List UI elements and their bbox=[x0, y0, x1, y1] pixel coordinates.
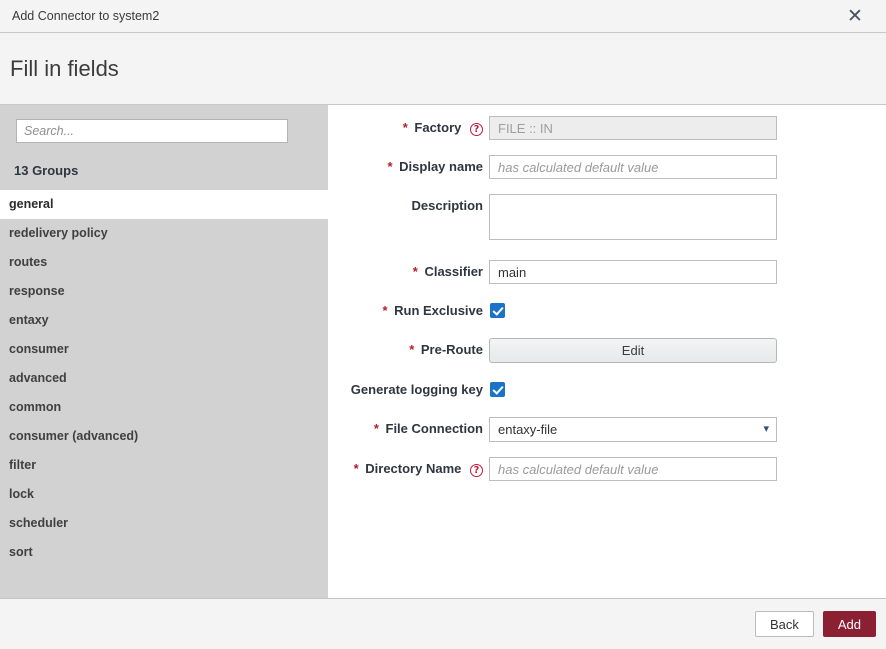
fields-form: * Factory ? * Display name bbox=[328, 105, 886, 598]
pre-route-edit-button[interactable]: Edit bbox=[489, 338, 777, 363]
control-file-connection: entaxy-file ▾ bbox=[489, 417, 777, 442]
page-title: Fill in fields bbox=[10, 56, 119, 82]
dialog-body: 13 Groups general redelivery policy rout… bbox=[0, 105, 886, 599]
field-row-display-name: * Display name bbox=[328, 155, 886, 179]
field-row-generate-logging-key: Generate logging key bbox=[328, 378, 886, 402]
generate-logging-key-checkbox[interactable] bbox=[490, 382, 505, 397]
label-text: File Connection bbox=[386, 421, 484, 436]
required-marker: * bbox=[374, 421, 379, 436]
label-directory-name: * Directory Name ? bbox=[328, 457, 489, 477]
control-generate-logging-key bbox=[489, 378, 777, 402]
field-row-description: Description bbox=[328, 194, 886, 245]
wizard-header: Fill in fields bbox=[0, 33, 886, 105]
field-row-run-exclusive: * Run Exclusive bbox=[328, 299, 886, 323]
field-row-file-connection: * File Connection entaxy-file ▾ bbox=[328, 417, 886, 442]
description-textarea[interactable] bbox=[489, 194, 777, 240]
dialog-titlebar: Add Connector to system2 ✕ bbox=[0, 0, 886, 33]
field-row-directory-name: * Directory Name ? bbox=[328, 457, 886, 481]
control-description bbox=[489, 194, 777, 245]
file-connection-select[interactable]: entaxy-file bbox=[489, 417, 777, 442]
add-connector-dialog: Add Connector to system2 ✕ Fill in field… bbox=[0, 0, 886, 649]
sidebar-item-routes[interactable]: routes bbox=[0, 248, 328, 277]
search-container bbox=[0, 105, 328, 143]
directory-name-input[interactable] bbox=[489, 457, 777, 481]
groups-count-label: 13 Groups bbox=[0, 143, 328, 190]
search-input[interactable] bbox=[16, 119, 288, 143]
label-generate-logging-key: Generate logging key bbox=[328, 378, 489, 397]
control-display-name bbox=[489, 155, 777, 179]
label-text: Factory bbox=[414, 120, 461, 135]
label-text: Description bbox=[411, 198, 483, 213]
field-row-pre-route: * Pre-Route Edit bbox=[328, 338, 886, 363]
required-marker: * bbox=[387, 159, 392, 174]
dialog-title: Add Connector to system2 bbox=[12, 9, 842, 23]
label-text: Display name bbox=[399, 159, 483, 174]
close-icon[interactable]: ✕ bbox=[842, 3, 868, 29]
sidebar-item-sort[interactable]: sort bbox=[0, 538, 328, 567]
label-display-name: * Display name bbox=[328, 155, 489, 174]
sidebar-item-advanced[interactable]: advanced bbox=[0, 364, 328, 393]
label-text: Pre-Route bbox=[421, 342, 483, 357]
sidebar-item-redelivery-policy[interactable]: redelivery policy bbox=[0, 219, 328, 248]
sidebar-item-scheduler[interactable]: scheduler bbox=[0, 509, 328, 538]
label-run-exclusive: * Run Exclusive bbox=[328, 299, 489, 318]
classifier-input[interactable] bbox=[489, 260, 777, 284]
run-exclusive-checkbox[interactable] bbox=[490, 303, 505, 318]
label-text: Run Exclusive bbox=[394, 303, 483, 318]
sidebar-item-entaxy[interactable]: entaxy bbox=[0, 306, 328, 335]
control-pre-route: Edit bbox=[489, 338, 777, 363]
sidebar-item-common[interactable]: common bbox=[0, 393, 328, 422]
label-text: Directory Name bbox=[365, 461, 461, 476]
factory-input bbox=[489, 116, 777, 140]
control-classifier bbox=[489, 260, 777, 284]
add-button[interactable]: Add bbox=[823, 611, 876, 637]
dialog-footer: Back Add bbox=[0, 599, 886, 649]
label-text: Classifier bbox=[424, 264, 483, 279]
required-marker: * bbox=[409, 342, 414, 357]
field-row-classifier: * Classifier bbox=[328, 260, 886, 284]
back-button[interactable]: Back bbox=[755, 611, 814, 637]
required-marker: * bbox=[382, 303, 387, 318]
control-factory bbox=[489, 116, 777, 140]
required-marker: * bbox=[413, 264, 418, 279]
field-row-factory: * Factory ? bbox=[328, 116, 886, 140]
display-name-input[interactable] bbox=[489, 155, 777, 179]
label-factory: * Factory ? bbox=[328, 116, 489, 136]
label-text: Generate logging key bbox=[351, 382, 483, 397]
sidebar-item-consumer[interactable]: consumer bbox=[0, 335, 328, 364]
label-classifier: * Classifier bbox=[328, 260, 489, 279]
groups-sidebar: 13 Groups general redelivery policy rout… bbox=[0, 105, 328, 598]
sidebar-item-general[interactable]: general bbox=[0, 190, 328, 219]
label-file-connection: * File Connection bbox=[328, 417, 489, 436]
help-circle-icon[interactable]: ? bbox=[470, 464, 483, 477]
group-list: general redelivery policy routes respons… bbox=[0, 190, 328, 567]
label-pre-route: * Pre-Route bbox=[328, 338, 489, 357]
control-run-exclusive bbox=[489, 299, 777, 323]
sidebar-item-filter[interactable]: filter bbox=[0, 451, 328, 480]
required-marker: * bbox=[354, 461, 359, 476]
sidebar-item-lock[interactable]: lock bbox=[0, 480, 328, 509]
help-circle-icon[interactable]: ? bbox=[470, 123, 483, 136]
label-description: Description bbox=[328, 194, 489, 213]
sidebar-item-consumer-advanced[interactable]: consumer (advanced) bbox=[0, 422, 328, 451]
file-connection-select-wrap: entaxy-file ▾ bbox=[489, 417, 777, 442]
control-directory-name bbox=[489, 457, 777, 481]
required-marker: * bbox=[403, 120, 408, 135]
sidebar-item-response[interactable]: response bbox=[0, 277, 328, 306]
